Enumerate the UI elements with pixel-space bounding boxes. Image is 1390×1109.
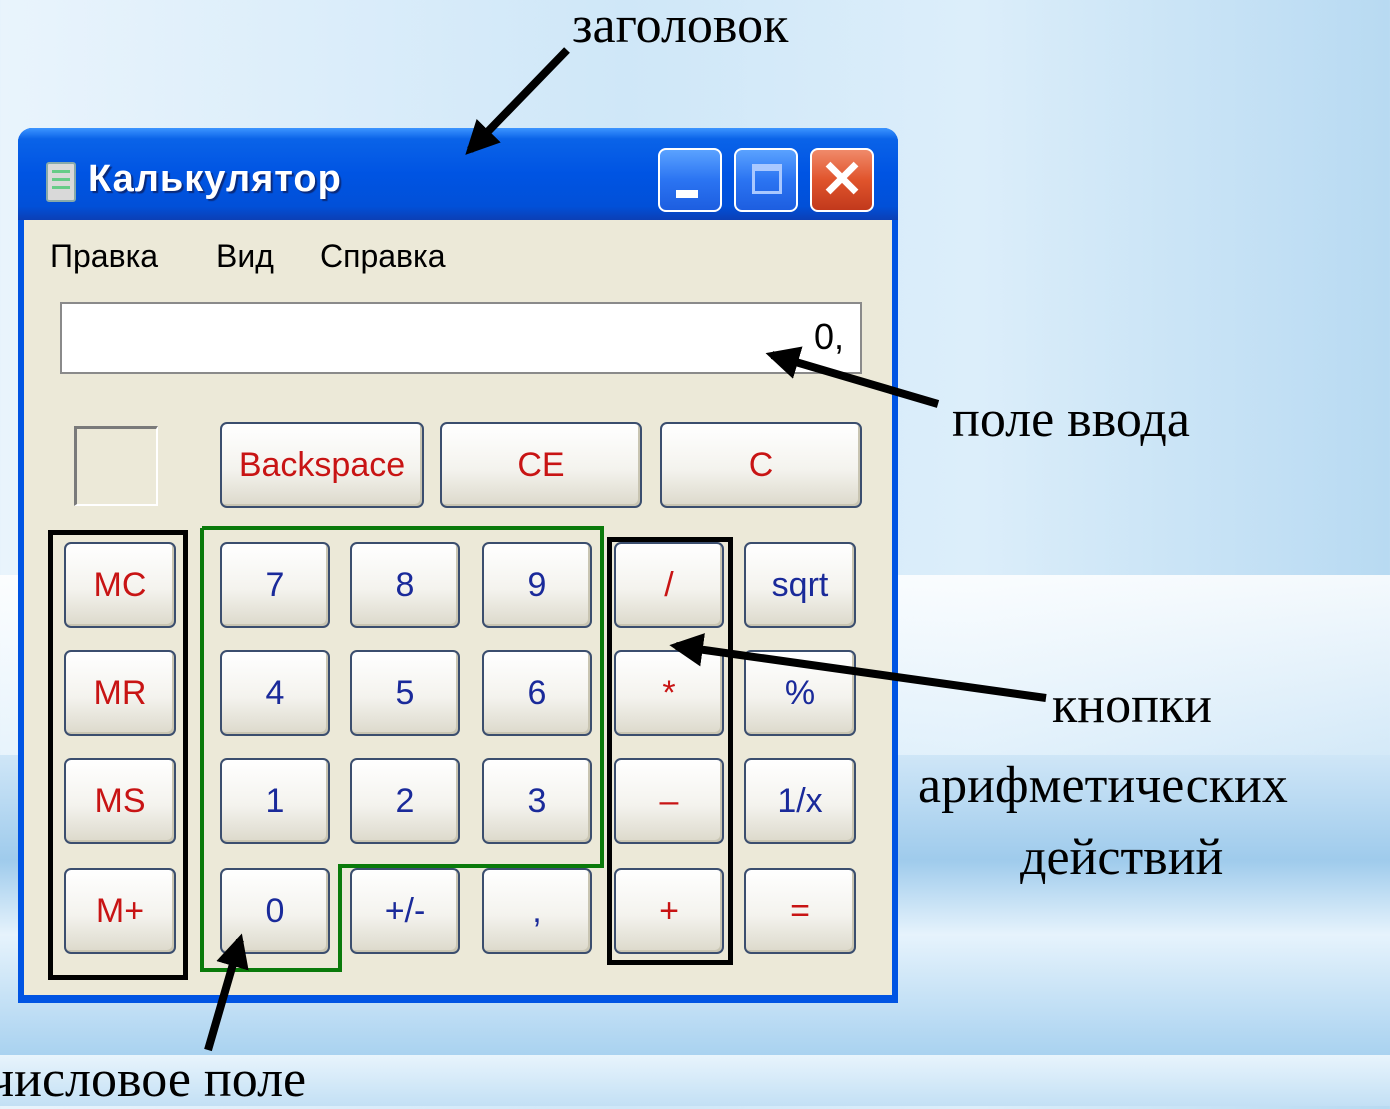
menu-bar: Правка Вид Справка (24, 220, 892, 290)
equals-button[interactable]: = (744, 868, 856, 954)
memory-group-frame (48, 530, 188, 980)
maximize-icon (752, 164, 782, 194)
numpad-annotation: числовое поле (0, 1051, 307, 1108)
digit-3-button[interactable]: 3 (482, 758, 592, 844)
digit-8-button[interactable]: 8 (350, 542, 460, 628)
minimize-icon (676, 190, 698, 198)
operators-group-frame (607, 537, 733, 965)
digit-2-button[interactable]: 2 (350, 758, 460, 844)
digit-5-button[interactable]: 5 (350, 650, 460, 736)
calculator-icon (46, 162, 76, 202)
title-bar[interactable]: Калькулятор ✕ (18, 128, 898, 220)
decimal-button[interactable]: , (482, 868, 592, 954)
backspace-button[interactable]: Backspace (220, 422, 424, 508)
menu-view[interactable]: Вид (216, 238, 274, 275)
menu-help[interactable]: Справка (320, 238, 446, 275)
minimize-button[interactable] (658, 148, 722, 212)
sign-button[interactable]: +/- (350, 868, 460, 954)
digit-6-button[interactable]: 6 (482, 650, 592, 736)
ce-button[interactable]: CE (440, 422, 642, 508)
reciprocal-button[interactable]: 1/x (744, 758, 856, 844)
digit-4-button[interactable]: 4 (220, 650, 330, 736)
close-icon: ✕ (820, 151, 864, 209)
close-button[interactable]: ✕ (810, 148, 874, 212)
digit-9-button[interactable]: 9 (482, 542, 592, 628)
memory-indicator (74, 426, 158, 506)
menu-edit[interactable]: Правка (50, 238, 158, 275)
digit-0-button[interactable]: 0 (220, 868, 330, 954)
maximize-button[interactable] (734, 148, 798, 212)
display-field[interactable]: 0, (60, 302, 862, 374)
title-annotation: заголовок (572, 0, 789, 54)
ops-annotation-line1: кнопки (1052, 677, 1213, 734)
ops-annotation-line2: арифметических (918, 757, 1288, 814)
c-button[interactable]: C (660, 422, 862, 508)
digit-7-button[interactable]: 7 (220, 542, 330, 628)
sqrt-button[interactable]: sqrt (744, 542, 856, 628)
input-annotation: поле ввода (952, 391, 1190, 448)
percent-button[interactable]: % (744, 650, 856, 736)
ops-annotation-line3: действий (1020, 829, 1224, 886)
window-title: Калькулятор (88, 158, 342, 200)
digit-1-button[interactable]: 1 (220, 758, 330, 844)
display-value: 0, (813, 316, 844, 357)
